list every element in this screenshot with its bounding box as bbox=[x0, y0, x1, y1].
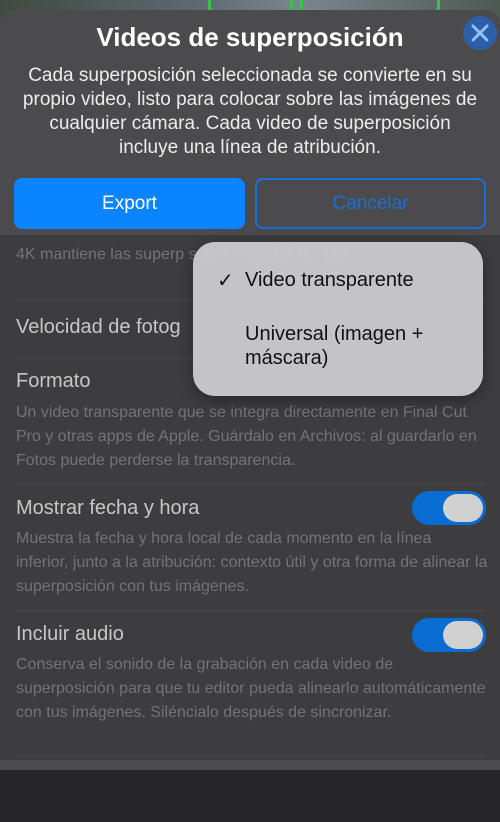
divider bbox=[16, 484, 486, 485]
cancel-button[interactable]: Cancelar bbox=[255, 178, 486, 229]
speed-setting-label[interactable]: Velocidad de fotog bbox=[16, 316, 181, 339]
audio-setting-label: Incluir audio bbox=[16, 623, 124, 645]
audio-description: Conserva el sonido de la grabación en ca… bbox=[16, 656, 486, 721]
audio-toggle[interactable] bbox=[412, 618, 486, 652]
datetime-setting-label: Mostrar fecha y hora bbox=[16, 497, 200, 519]
format-setting-label[interactable]: Formato bbox=[16, 370, 90, 393]
sheet-title: Videos de superposición bbox=[96, 22, 404, 52]
checkmark-icon: ✓ bbox=[217, 270, 234, 292]
format-menu: ✓ Video transparente Universal (imagen +… bbox=[193, 242, 483, 396]
datetime-description: Muestra la fecha y hora local de cada mo… bbox=[16, 530, 488, 595]
datetime-toggle[interactable] bbox=[412, 491, 486, 525]
menu-item-label: Universal (imagen + máscara) bbox=[245, 323, 424, 369]
sheet-subtitle: Cada superposición seleccionada se convi… bbox=[22, 65, 478, 158]
menu-item-label: Video transparente bbox=[245, 269, 414, 291]
divider bbox=[16, 610, 486, 611]
format-description: Un video transparente que se integra dir… bbox=[16, 404, 477, 469]
export-button[interactable]: Export bbox=[14, 178, 245, 229]
toggle-knob bbox=[443, 494, 483, 522]
divider bbox=[16, 756, 486, 757]
toggle-knob bbox=[443, 621, 483, 649]
